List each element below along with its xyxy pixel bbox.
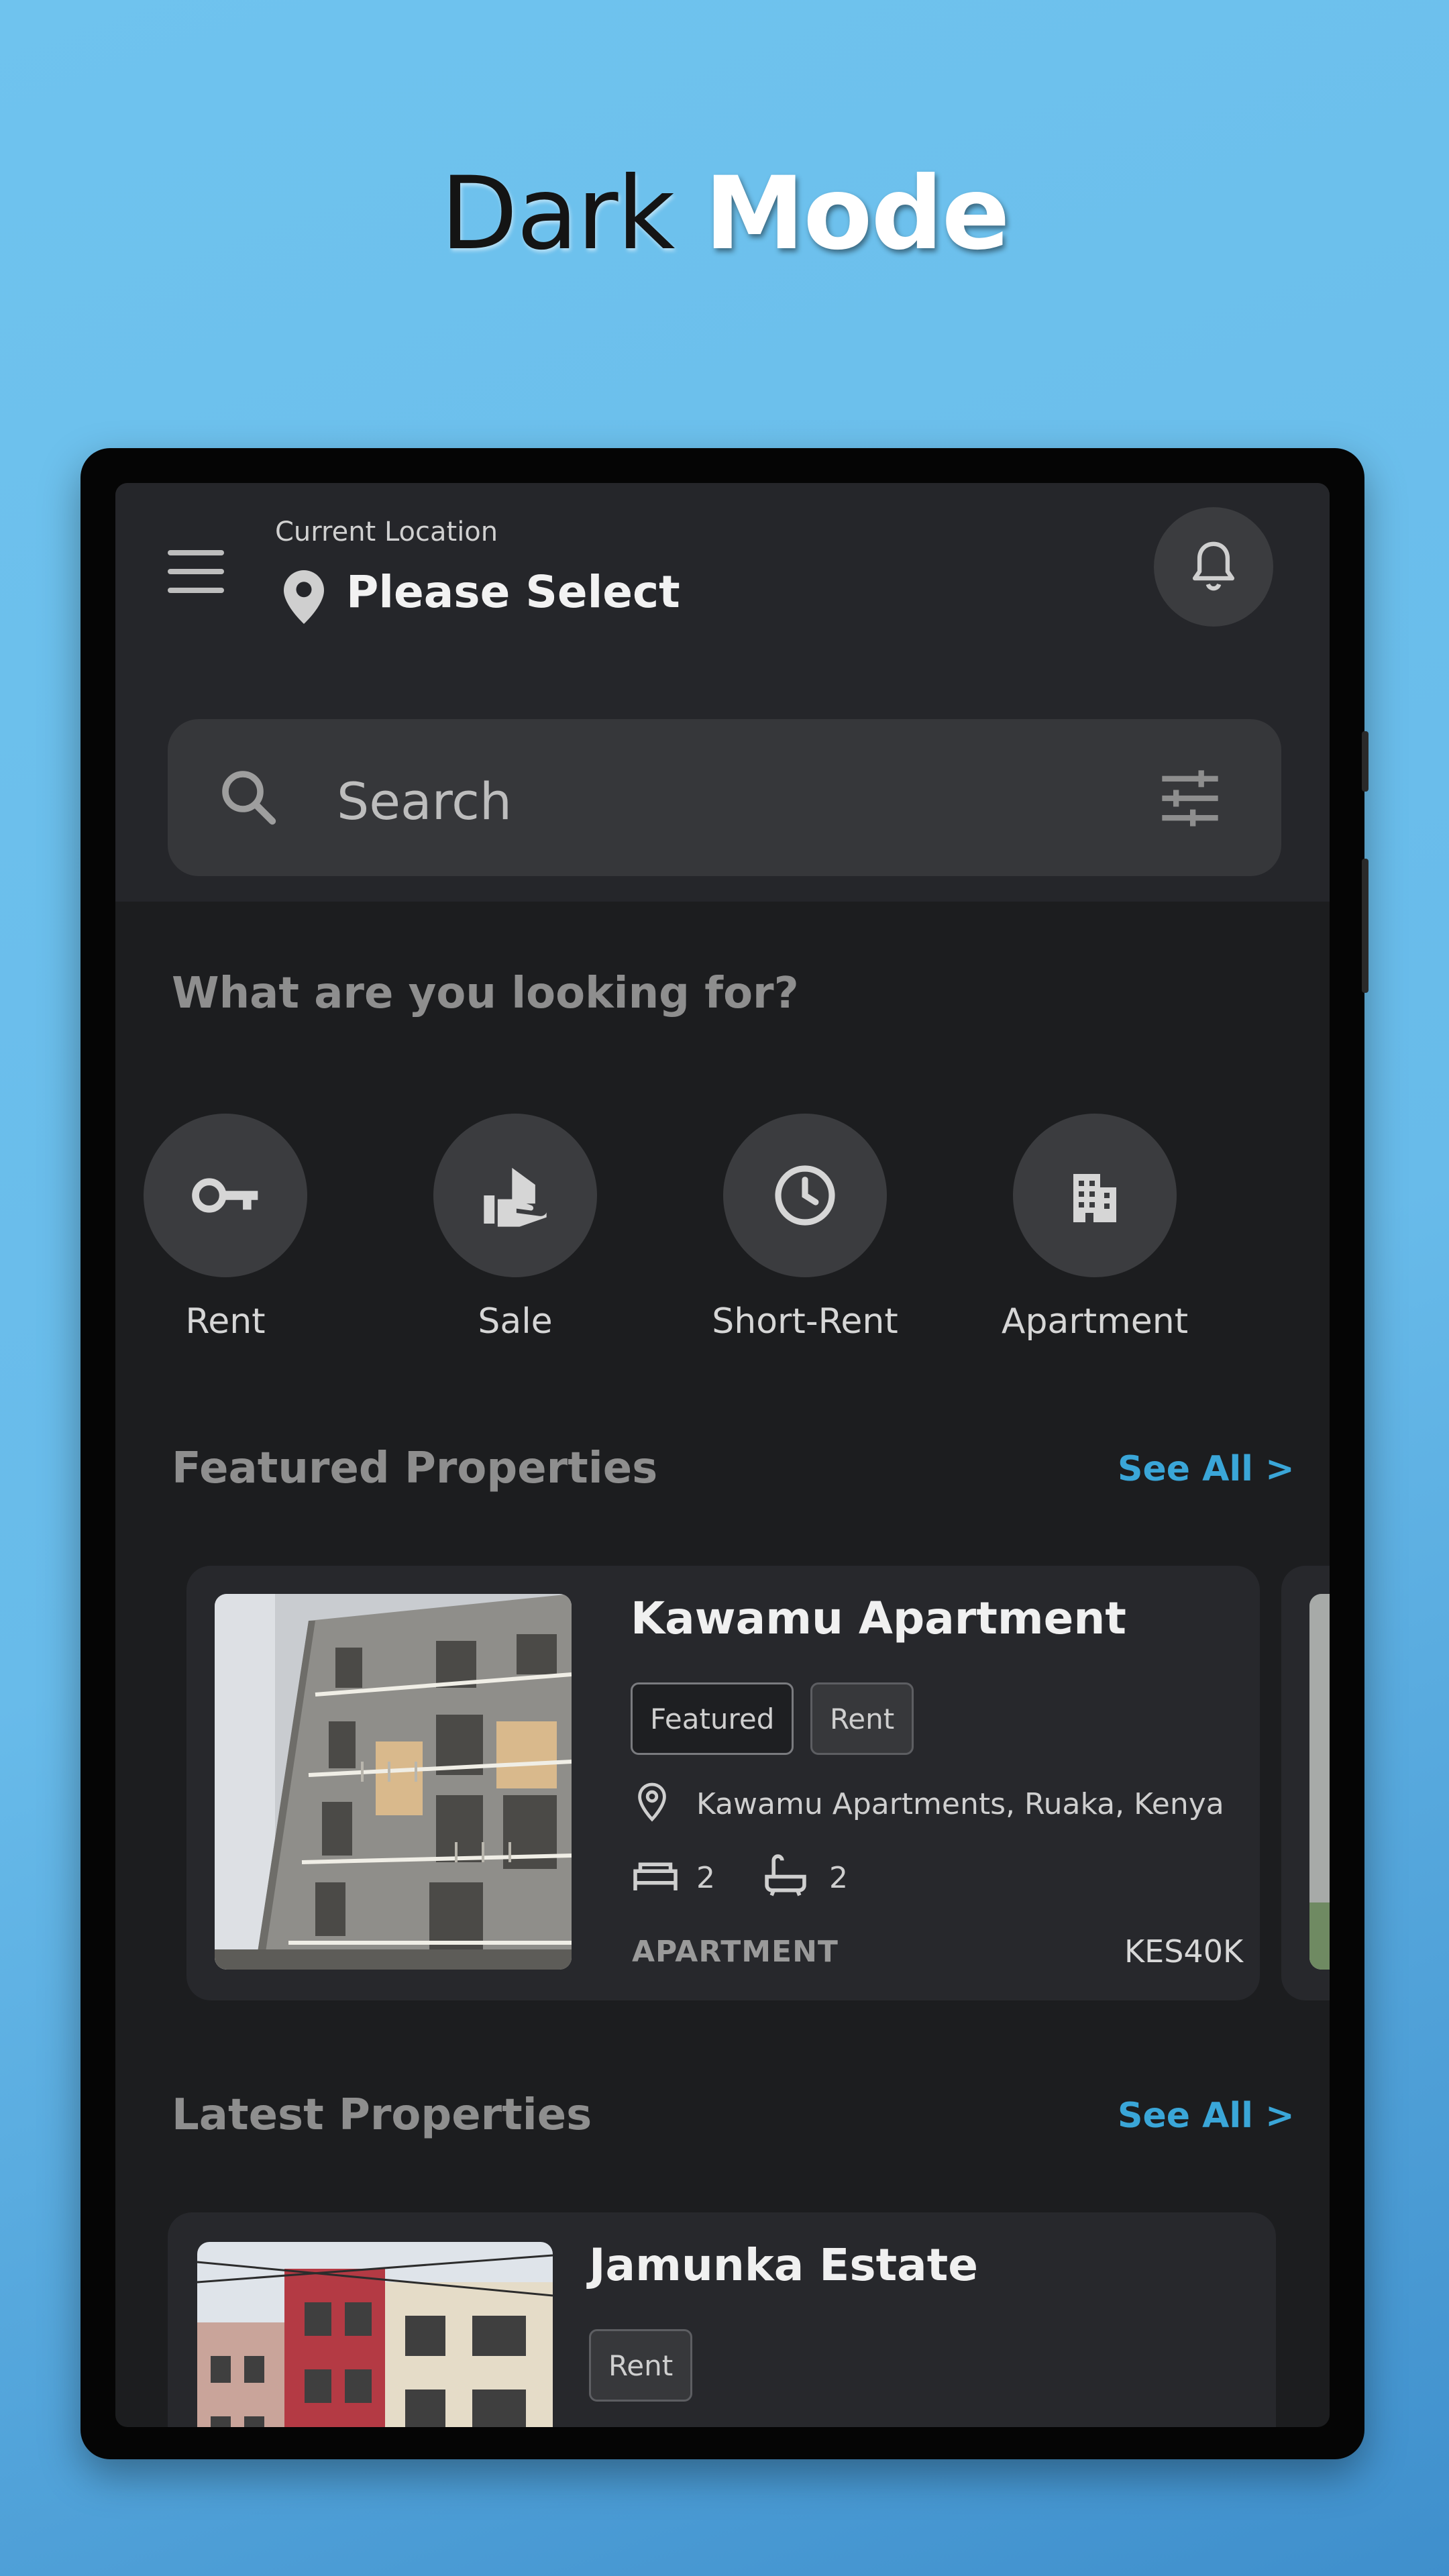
menu-icon[interactable] (168, 550, 224, 593)
category-label: Apartment (1001, 1301, 1189, 1342)
headline: Dark Mode (0, 156, 1449, 272)
category-rent[interactable]: Rent (115, 1114, 346, 1342)
bath-count: 2 (829, 1861, 848, 1895)
property-type: APARTMENT (632, 1935, 839, 1969)
category-apartment[interactable]: Apartment (974, 1114, 1216, 1342)
featured-see-all-link[interactable]: See All > (1118, 1449, 1295, 1489)
bell-icon (1192, 541, 1235, 591)
bed-count: 2 (696, 1861, 715, 1895)
rent-tag: Rent (810, 1682, 914, 1755)
app-screen: Current Location Please Select Search Wh… (115, 483, 1330, 2427)
featured-property-card[interactable]: Kawamu Apartment Featured Rent Kawamu Ap… (186, 1566, 1260, 2000)
apartment-building-photo (215, 1594, 572, 1970)
estate-building-photo (197, 2242, 553, 2427)
latest-see-all-link[interactable]: See All > (1118, 2096, 1295, 2136)
house-hand-icon (484, 1167, 547, 1227)
filter-sliders-icon[interactable] (1155, 765, 1225, 832)
bed-icon (633, 1862, 678, 1890)
tablet-side-button (1362, 731, 1368, 792)
category-label: Rent (185, 1301, 266, 1342)
category-sale[interactable]: Sale (394, 1114, 636, 1342)
headline-word-mode: Mode (704, 156, 1010, 272)
featured-property-card-next[interactable] (1281, 1566, 1330, 2000)
bathtub-icon (765, 1854, 806, 1896)
property-photo (197, 2242, 553, 2427)
notifications-button[interactable] (1154, 507, 1273, 627)
featured-tag: Featured (631, 1682, 794, 1755)
location-pin-icon (284, 570, 324, 624)
search-bar[interactable]: Search (168, 719, 1281, 876)
category-short-rent[interactable]: Short-Rent (684, 1114, 926, 1342)
category-label: Short-Rent (712, 1301, 898, 1342)
property-photo-partial (1309, 1594, 1330, 1970)
location-caption: Current Location (275, 517, 498, 547)
location-selector[interactable]: Please Select (346, 566, 680, 618)
latest-property-card[interactable]: Jamunka Estate Rent (168, 2212, 1276, 2427)
featured-title: Featured Properties (172, 1444, 658, 1493)
latest-title: Latest Properties (172, 2090, 592, 2140)
headline-word-dark: Dark (440, 156, 675, 272)
search-input[interactable]: Search (337, 771, 512, 831)
search-icon (222, 771, 276, 825)
clock-icon (775, 1165, 835, 1226)
property-photo (215, 1594, 572, 1970)
categories-title: What are you looking for? (172, 969, 799, 1018)
property-name: Kawamu Apartment (631, 1593, 1126, 1644)
property-name: Jamunka Estate (589, 2239, 979, 2291)
key-icon (192, 1178, 258, 1213)
property-photo (1309, 1594, 1330, 1970)
property-price: KES40K (1124, 1933, 1244, 1970)
property-location: Kawamu Apartments, Ruaka, Kenya (696, 1787, 1224, 1821)
apartment-building-icon (1073, 1174, 1116, 1222)
tablet-side-button (1362, 859, 1368, 993)
rent-tag: Rent (589, 2329, 693, 2402)
category-label: Sale (478, 1301, 553, 1342)
top-bar: Current Location Please Select Search (115, 483, 1330, 902)
location-pin-icon (638, 1782, 666, 1822)
